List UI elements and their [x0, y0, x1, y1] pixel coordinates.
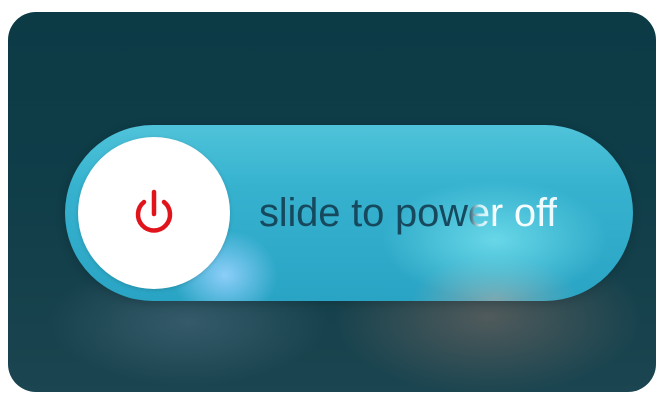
power-off-slider-label: slide to power off [259, 183, 557, 243]
power-off-slider[interactable]: slide to power off [65, 125, 633, 301]
power-off-screen: slide to power off [8, 12, 656, 392]
power-icon [128, 187, 180, 239]
power-off-slider-knob[interactable] [78, 137, 230, 289]
